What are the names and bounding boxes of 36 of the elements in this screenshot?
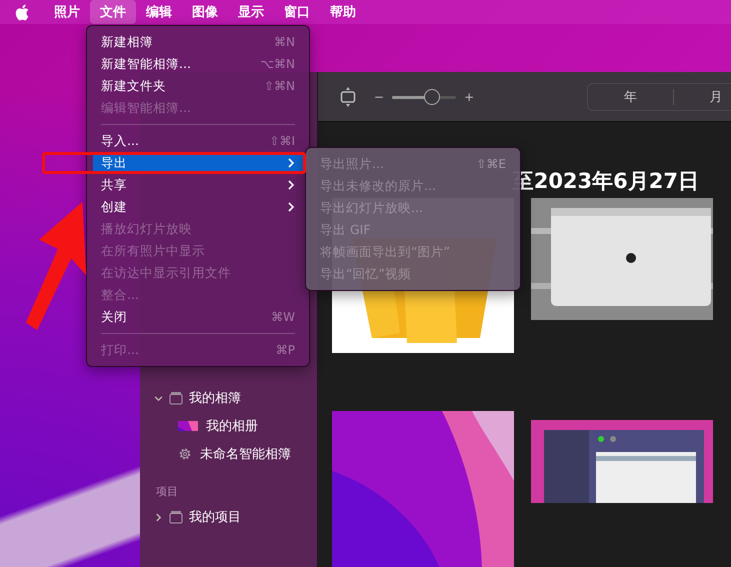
menu-item[interactable]: 导入... ⇧⌘I — [93, 130, 303, 152]
aspect-toggle-icon[interactable] — [340, 86, 356, 108]
menu-item[interactable]: 新建文件夹 ⇧⌘N — [93, 75, 303, 97]
segment-tab[interactable]: 月 — [674, 88, 731, 106]
menu-item[interactable]: 新建相簿 ⌘N — [93, 31, 303, 53]
sidebar-item[interactable]: 我的相册 — [140, 412, 317, 440]
album-thumbnail-icon — [178, 421, 198, 431]
menu-bar-item[interactable]: 帮助 — [320, 0, 366, 24]
menu-item[interactable]: 共享 — [93, 174, 303, 196]
zoom-in-label[interactable]: + — [464, 90, 474, 104]
submenu-chevron-icon — [287, 180, 295, 190]
apple-logo-icon[interactable] — [14, 4, 30, 20]
folder-icon — [169, 510, 183, 524]
menu-bar-item[interactable]: 显示 — [228, 0, 274, 24]
sidebar-item[interactable]: 我的相簿 — [140, 384, 317, 412]
segment-tab[interactable]: 年 — [588, 88, 673, 106]
sidebar-item[interactable]: 我的项目 — [140, 503, 317, 531]
folder-icon — [169, 391, 183, 405]
sidebar-item[interactable]: 未命名智能相簿 — [140, 440, 317, 468]
menu-bar-item[interactable]: 照片 — [44, 0, 90, 24]
menu-bar-item[interactable]: 编辑 — [136, 0, 182, 24]
slider-thumb[interactable] — [424, 88, 440, 104]
chevron-icon[interactable] — [154, 394, 163, 402]
menu-bar-item[interactable]: 图像 — [182, 0, 228, 24]
sidebar-section-header: 项目 — [155, 484, 179, 500]
menu-item[interactable]: 关闭 ⌘W — [93, 306, 303, 328]
gear-icon — [178, 447, 192, 461]
menu-bar-item[interactable]: 文件 — [90, 0, 136, 24]
submenu-chevron-icon — [287, 158, 295, 168]
zoom-out-label[interactable]: − — [374, 90, 384, 104]
menu-bar-item[interactable]: 窗口 — [274, 0, 320, 24]
chevron-icon[interactable] — [154, 512, 163, 522]
zoom-slider[interactable] — [392, 88, 456, 104]
menu-item[interactable]: 创建 — [93, 196, 303, 218]
submenu-chevron-icon — [287, 202, 295, 212]
menu-item[interactable]: 新建智能相簿... ⌥⌘N — [93, 53, 303, 75]
